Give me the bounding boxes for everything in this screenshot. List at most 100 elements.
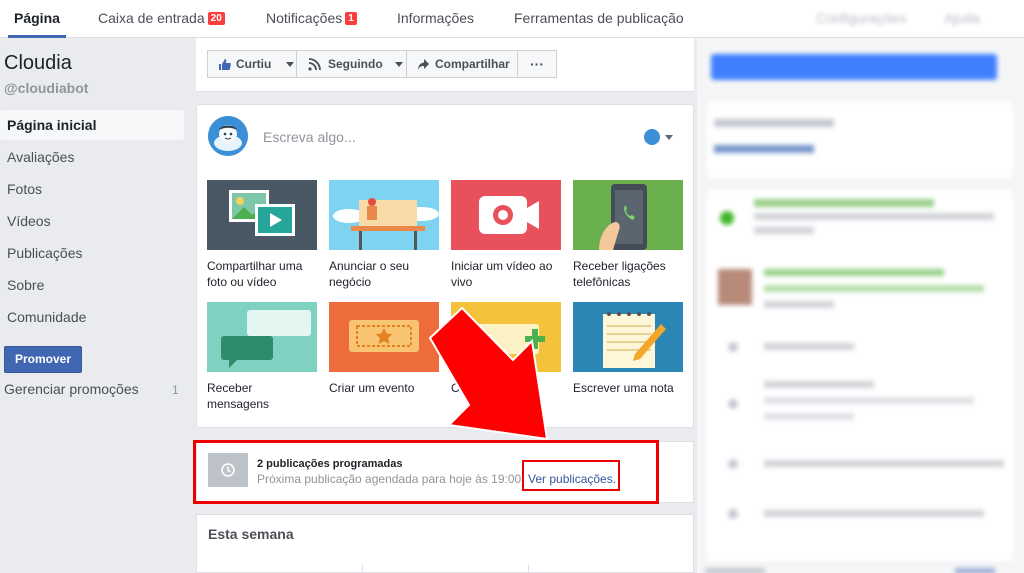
- placeholder-bar: [764, 285, 984, 292]
- share-button[interactable]: Compartilhar: [406, 50, 518, 78]
- placeholder-bar: [764, 269, 944, 276]
- tile-event[interactable]: [329, 302, 439, 372]
- svg-text:%: %: [479, 332, 492, 348]
- tab-pagina[interactable]: Página: [8, 0, 66, 38]
- coupon-icon: %: [473, 324, 545, 354]
- page-handle: @cloudiabot: [4, 80, 89, 96]
- like-label: Curtiu: [236, 57, 272, 71]
- sidebar-item-photos[interactable]: Fotos: [0, 174, 184, 204]
- inbox-badge: 20: [207, 12, 225, 25]
- chat-bubbles-icon: [221, 310, 311, 368]
- rss-icon: [308, 58, 321, 71]
- following-button[interactable]: Seguindo: [296, 50, 407, 78]
- manage-promotions-count: 1: [172, 383, 179, 397]
- left-sidebar: Cloudia @cloudiabot Página inicial Avali…: [0, 38, 195, 573]
- page-action-bar: Curtiu Seguindo Compartilhar ···: [196, 38, 694, 92]
- tile-advertise[interactable]: [329, 180, 439, 250]
- phone-icon: [599, 184, 647, 250]
- more-options-button[interactable]: ···: [517, 50, 557, 78]
- sidebar-item-reviews[interactable]: Avaliações: [0, 142, 184, 172]
- tile-label: Escrever uma nota: [573, 381, 674, 395]
- like-button[interactable]: Curtiu: [207, 50, 297, 78]
- placeholder-bar: [705, 568, 765, 573]
- photo-video-icon: [229, 190, 295, 236]
- sidebar-item-posts[interactable]: Publicações: [0, 238, 184, 268]
- placeholder-bar: [714, 119, 834, 127]
- post-composer: Escreva algo... Compartilhar uma foto ou…: [196, 104, 694, 428]
- placeholder-bar: [764, 301, 834, 308]
- tile-share-photo[interactable]: [207, 180, 317, 250]
- placeholder-bar: [754, 227, 814, 234]
- compose-input[interactable]: Escreva algo...: [263, 129, 356, 145]
- tab-help[interactable]: Ajuda: [944, 0, 980, 38]
- notifications-badge: 1: [345, 12, 357, 25]
- storefront-icon: [333, 198, 439, 250]
- tab-inbox[interactable]: Caixa de entrada 20: [98, 0, 225, 38]
- tile-label: Anunciar o seu negócio: [329, 259, 410, 289]
- list-icon: [728, 342, 738, 352]
- chevron-down-icon[interactable]: [665, 135, 673, 140]
- right-sidebar: [697, 38, 1024, 573]
- user-avatar: [718, 269, 752, 305]
- tab-label: Notificações: [266, 10, 343, 26]
- tile-live-video[interactable]: [451, 180, 561, 250]
- tab-label: Caixa de entrada: [98, 10, 205, 26]
- sidebar-item-home[interactable]: Página inicial: [0, 110, 184, 140]
- placeholder-bar: [955, 568, 995, 573]
- tile-label: Criar um evento: [329, 381, 415, 395]
- tab-label: Ferramentas de publicação: [514, 10, 684, 26]
- this-week-title: Esta semana: [208, 526, 294, 542]
- tab-settings[interactable]: Configurações: [816, 0, 906, 38]
- highlight-box-link: [522, 460, 620, 491]
- tab-publishing-tools[interactable]: Ferramentas de publicação: [514, 0, 684, 38]
- tab-label: Página: [14, 10, 60, 26]
- ticket-icon: [349, 320, 419, 352]
- placeholder-bar: [764, 381, 874, 388]
- placeholder-bar: [764, 397, 974, 404]
- sidebar-item-videos[interactable]: Vídeos: [0, 206, 184, 236]
- manage-promotions-link[interactable]: Gerenciar promoções: [4, 381, 139, 397]
- status-dot: [720, 211, 734, 225]
- tile-messages[interactable]: [207, 302, 317, 372]
- avatar: [208, 116, 248, 156]
- tab-notifications[interactable]: Notificações 1: [266, 0, 357, 38]
- sidebar-item-about[interactable]: Sobre: [0, 270, 184, 300]
- this-week-card: Esta semana: [196, 514, 694, 573]
- sidebar-item-community[interactable]: Comunidade: [0, 302, 184, 332]
- tile-label: Compartilhar uma foto ou vídeo: [207, 259, 303, 289]
- placeholder-bar: [764, 413, 854, 420]
- placeholder-bar: [764, 460, 1004, 467]
- tile-label: Receber ligações telefônicas: [573, 259, 666, 289]
- share-label: Compartilhar: [435, 57, 510, 71]
- tile-label: Receber mensagens: [207, 381, 270, 411]
- notepad-pencil-icon: [603, 312, 666, 368]
- tab-label: Informações: [397, 10, 475, 26]
- tile-label: Criar oferta: [451, 381, 512, 395]
- promote-button[interactable]: Promover: [4, 346, 82, 373]
- placeholder-bar: [754, 199, 934, 207]
- chevron-down-icon: [395, 62, 403, 67]
- chevron-down-icon: [286, 62, 294, 67]
- divider: [528, 565, 529, 573]
- page-stats-card: [705, 188, 1015, 563]
- tab-insights[interactable]: Informações: [397, 0, 474, 38]
- list-icon: [728, 459, 738, 469]
- placeholder-bar: [764, 510, 984, 517]
- top-navigation: Página Caixa de entrada 20 Notificações 1 …: [0, 0, 1024, 38]
- list-icon: [728, 399, 738, 409]
- share-arrow-icon: [418, 59, 429, 70]
- posting-as-avatar[interactable]: [644, 129, 660, 145]
- placeholder-bar: [714, 145, 814, 153]
- tile-label: Iniciar um vídeo ao vivo: [451, 259, 553, 289]
- page-title: Cloudia: [4, 52, 72, 74]
- cloud-mascot-icon: [208, 116, 248, 156]
- thumbs-up-icon: [219, 59, 231, 70]
- send-message-button[interactable]: [711, 54, 997, 80]
- list-icon: [728, 509, 738, 519]
- tile-phone-calls[interactable]: [573, 180, 683, 250]
- tile-offer[interactable]: %: [451, 302, 561, 372]
- app-page-card: [705, 100, 1015, 180]
- tile-note[interactable]: [573, 302, 683, 372]
- placeholder-bar: [764, 343, 854, 350]
- divider: [362, 565, 363, 573]
